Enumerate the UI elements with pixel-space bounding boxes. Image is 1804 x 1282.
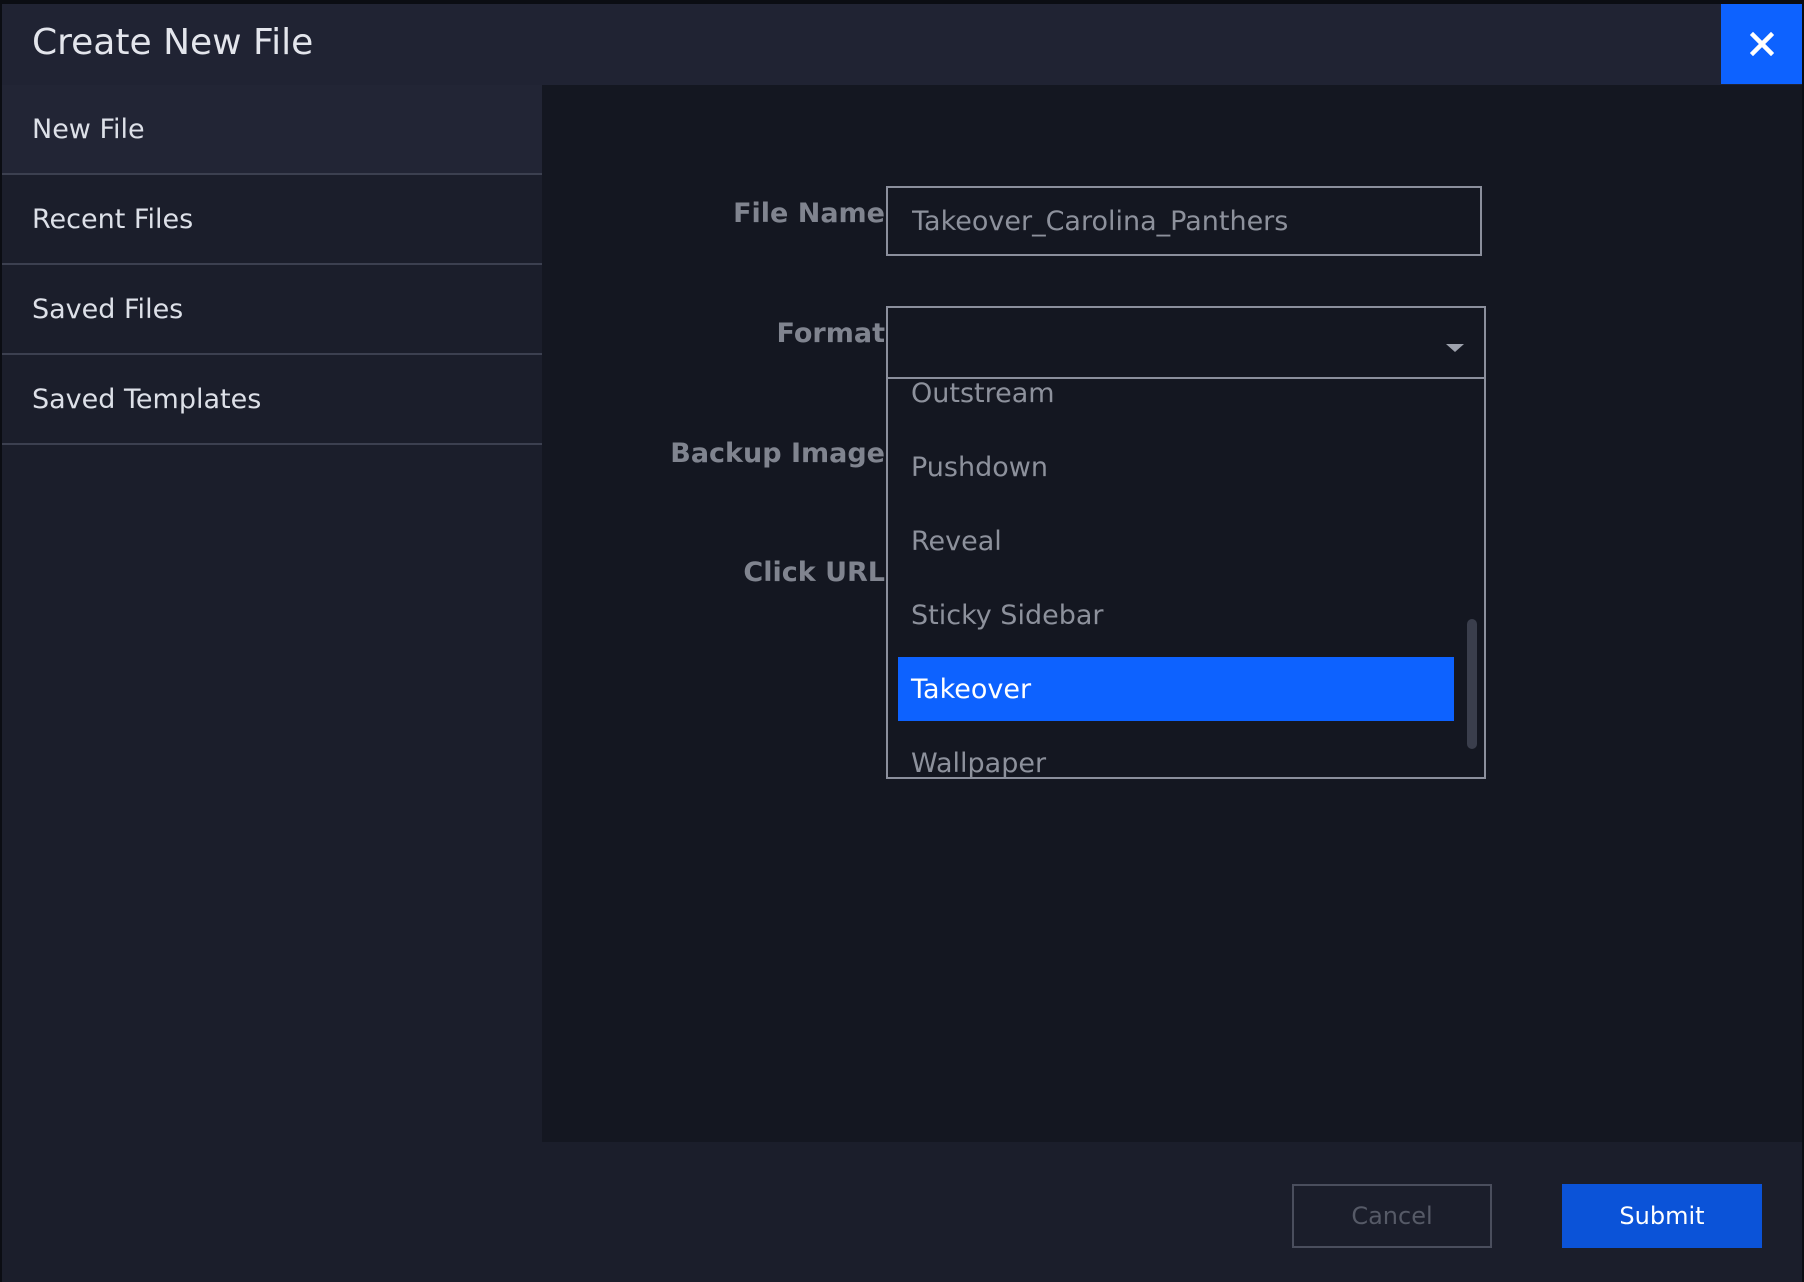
sidebar-item-new-file[interactable]: New File [2,85,542,175]
chevron-down-icon [1446,344,1464,352]
format-option-reveal[interactable]: Reveal [898,509,1454,573]
format-option-outstream[interactable]: Outstream [898,379,1454,425]
create-new-file-dialog: Create New File New File Recent Files Sa… [2,4,1802,1282]
close-icon [1749,32,1774,56]
dialog-title: Create New File [32,22,314,63]
backup-image-label: Backup Image [670,438,885,469]
format-option-pushdown[interactable]: Pushdown [898,435,1454,499]
format-select[interactable] [886,306,1486,379]
main-form-panel: File Name Format Backup Image Click URL … [542,85,1802,1142]
cancel-button[interactable]: Cancel [1292,1184,1492,1248]
sidebar-item-saved-templates[interactable]: Saved Templates [2,355,542,445]
file-name-input[interactable] [886,186,1482,256]
sidebar-item-label: New File [32,113,145,145]
format-label: Format [776,318,885,349]
format-option-takeover[interactable]: Takeover [898,657,1454,721]
sidebar-item-saved-files[interactable]: Saved Files [2,265,542,355]
dropdown-scrollbar[interactable] [1467,619,1477,749]
dialog-titlebar: Create New File [2,4,1802,85]
sidebar-item-recent-files[interactable]: Recent Files [2,175,542,265]
submit-button[interactable]: Submit [1562,1184,1762,1248]
dialog-footer: Cancel Submit [2,1142,1802,1282]
format-option-sticky-sidebar[interactable]: Sticky Sidebar [898,583,1454,647]
sidebar-item-label: Saved Files [32,293,184,325]
click-url-label: Click URL [743,557,885,588]
sidebar-item-label: Saved Templates [32,383,262,415]
sidebar-item-label: Recent Files [32,203,194,235]
close-button[interactable] [1721,4,1802,84]
sidebar: New File Recent Files Saved Files Saved … [2,85,542,1142]
format-option-wallpaper[interactable]: Wallpaper [898,731,1454,778]
format-dropdown-list: Outstream Pushdown Reveal Sticky Sidebar… [886,379,1486,779]
file-name-label: File Name [733,198,885,229]
